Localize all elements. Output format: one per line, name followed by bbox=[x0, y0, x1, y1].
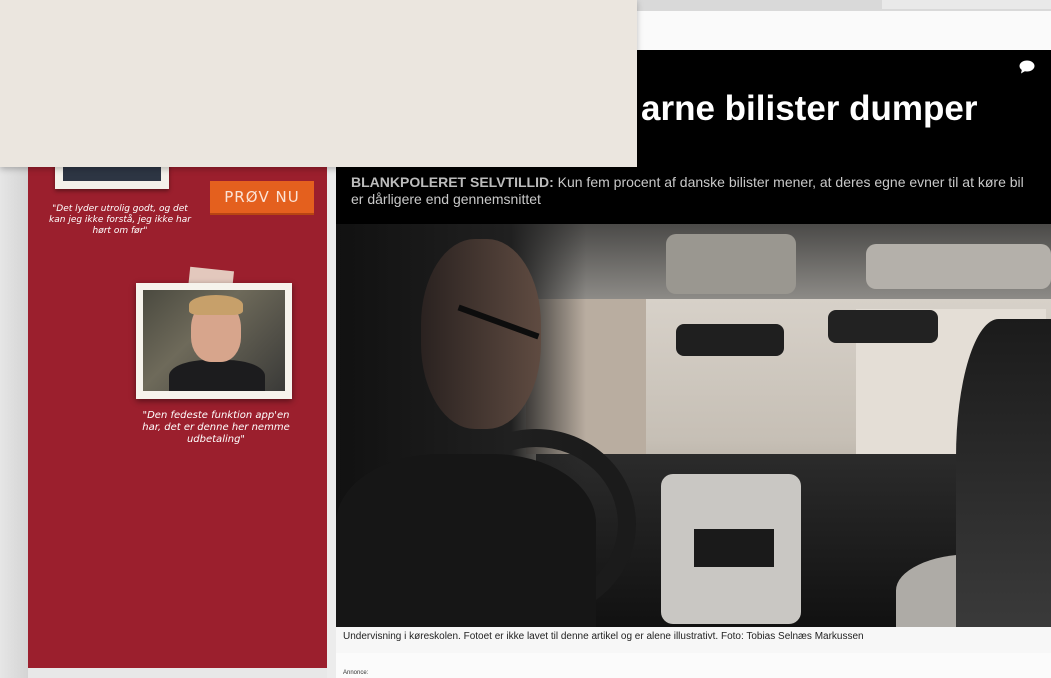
ad-photo-person-coat bbox=[169, 360, 265, 391]
ad-photo-polaroid bbox=[136, 283, 292, 399]
article-photo[interactable] bbox=[336, 224, 1051, 627]
photo-instructor bbox=[956, 319, 1051, 627]
photo-driver-body bbox=[336, 454, 596, 627]
overlay-panel[interactable] bbox=[0, 0, 637, 167]
article-headline: arne bilister dumper bbox=[641, 89, 978, 128]
speech-bubble-icon[interactable] bbox=[1019, 60, 1035, 74]
article-subheading: BLANKPOLERET SELVTILLID: Kun fem procent… bbox=[351, 174, 1036, 208]
subhead-kicker: BLANKPOLERET SELVTILLID: bbox=[351, 174, 554, 190]
ad-quote-2: "Den fedeste funktion app'en har, det er… bbox=[142, 410, 290, 445]
photo-second-mirror bbox=[828, 310, 938, 343]
browser-strip-right bbox=[882, 0, 1051, 9]
photo-sun-visor bbox=[666, 234, 796, 294]
photo-rearview-mirror bbox=[676, 324, 784, 356]
try-now-button[interactable]: PRØV NU bbox=[210, 181, 314, 215]
article-body-area bbox=[336, 653, 1051, 678]
photo-console-screen bbox=[694, 529, 774, 567]
ad-quote-1: "Det lyder utrolig godt, og det kan jeg … bbox=[49, 204, 191, 236]
photo-sun-visor-right bbox=[866, 244, 1051, 289]
ad-photo-person-hair bbox=[189, 295, 243, 315]
photo-caption: Undervisning i køreskolen. Fotoet er ikk… bbox=[343, 631, 864, 642]
article-top-area bbox=[637, 11, 1051, 50]
ad-sidebar-footer bbox=[28, 668, 327, 678]
ad-photo-image bbox=[143, 290, 285, 391]
annonce-label: Annonce: bbox=[343, 670, 369, 676]
